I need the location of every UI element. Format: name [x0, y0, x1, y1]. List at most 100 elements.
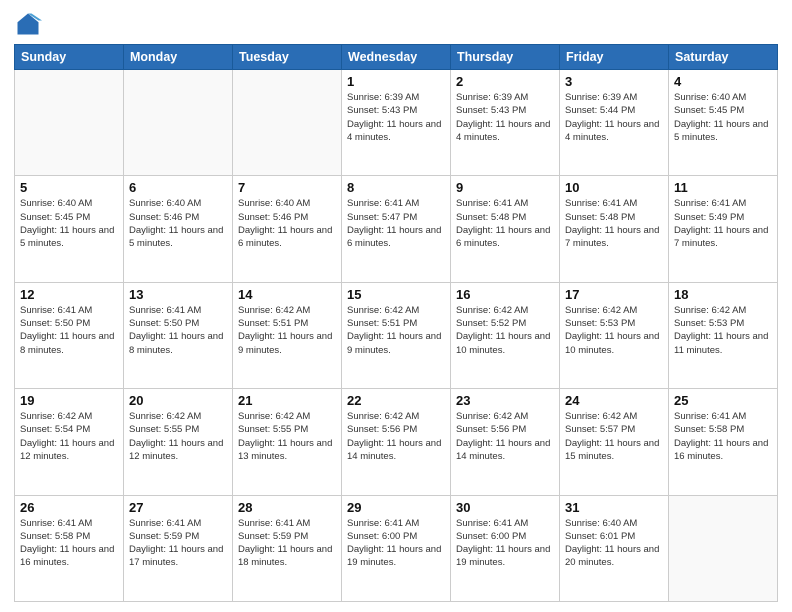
- week-row-1: 1 Sunrise: 6:39 AMSunset: 5:43 PMDaylight…: [15, 70, 778, 176]
- calendar-cell: 1 Sunrise: 6:39 AMSunset: 5:43 PMDaylight…: [342, 70, 451, 176]
- day-info: Sunrise: 6:41 AMSunset: 5:48 PMDaylight:…: [456, 197, 554, 250]
- day-number: 21: [238, 393, 336, 408]
- day-info: Sunrise: 6:42 AMSunset: 5:53 PMDaylight:…: [674, 304, 772, 357]
- calendar-cell: 3 Sunrise: 6:39 AMSunset: 5:44 PMDaylight…: [560, 70, 669, 176]
- calendar-cell: 11Sunrise: 6:41 AMSunset: 5:49 PMDayligh…: [669, 176, 778, 282]
- calendar-cell: 18 Sunrise: 6:42 AMSunset: 5:53 PMDayligh…: [669, 282, 778, 388]
- calendar-cell: 8Sunrise: 6:41 AMSunset: 5:47 PMDaylight…: [342, 176, 451, 282]
- day-info: Sunrise: 6:41 AMSunset: 5:50 PMDaylight:…: [129, 304, 227, 357]
- week-row-3: 12 Sunrise: 6:41 AMSunset: 5:50 PMDayligh…: [15, 282, 778, 388]
- day-info: Sunrise: 6:41 AMSunset: 5:48 PMDaylight:…: [565, 197, 663, 250]
- weekday-header-monday: Monday: [124, 45, 233, 70]
- day-info: Sunrise: 6:39 AMSunset: 5:43 PMDaylight:…: [347, 91, 445, 144]
- calendar-cell: 15 Sunrise: 6:42 AMSunset: 5:51 PMDayligh…: [342, 282, 451, 388]
- day-number: 28: [238, 500, 336, 515]
- calendar-cell: 4 Sunrise: 6:40 AMSunset: 5:45 PMDaylight…: [669, 70, 778, 176]
- calendar-cell: 2Sunrise: 6:39 AMSunset: 5:43 PMDaylight…: [451, 70, 560, 176]
- calendar-cell: 29 Sunrise: 6:41 AMSunset: 6:00 PMDayligh…: [342, 495, 451, 601]
- calendar-cell: 12 Sunrise: 6:41 AMSunset: 5:50 PMDayligh…: [15, 282, 124, 388]
- day-number: 18: [674, 287, 772, 302]
- calendar-cell: 5 Sunrise: 6:40 AMSunset: 5:45 PMDaylight…: [15, 176, 124, 282]
- calendar-cell: [233, 70, 342, 176]
- day-info: Sunrise: 6:40 AMSunset: 5:45 PMDaylight:…: [674, 91, 772, 144]
- day-number: 17: [565, 287, 663, 302]
- calendar-cell: 14 Sunrise: 6:42 AMSunset: 5:51 PMDayligh…: [233, 282, 342, 388]
- day-number: 9: [456, 180, 554, 195]
- weekday-header-wednesday: Wednesday: [342, 45, 451, 70]
- weekday-header-tuesday: Tuesday: [233, 45, 342, 70]
- day-info: Sunrise: 6:42 AMSunset: 5:51 PMDaylight:…: [347, 304, 445, 357]
- day-info: Sunrise: 6:42 AMSunset: 5:56 PMDaylight:…: [347, 410, 445, 463]
- calendar-cell: 28Sunrise: 6:41 AMSunset: 5:59 PMDayligh…: [233, 495, 342, 601]
- calendar-cell: 17 Sunrise: 6:42 AMSunset: 5:53 PMDayligh…: [560, 282, 669, 388]
- week-row-5: 26 Sunrise: 6:41 AMSunset: 5:58 PMDayligh…: [15, 495, 778, 601]
- day-info: Sunrise: 6:41 AMSunset: 5:58 PMDaylight:…: [674, 410, 772, 463]
- day-info: Sunrise: 6:42 AMSunset: 5:54 PMDaylight:…: [20, 410, 118, 463]
- calendar-cell: 26 Sunrise: 6:41 AMSunset: 5:58 PMDayligh…: [15, 495, 124, 601]
- calendar-cell: 31Sunrise: 6:40 AMSunset: 6:01 PMDayligh…: [560, 495, 669, 601]
- day-number: 19: [20, 393, 118, 408]
- day-number: 5: [20, 180, 118, 195]
- logo-icon: [14, 10, 42, 38]
- day-number: 1: [347, 74, 445, 89]
- day-info: Sunrise: 6:42 AMSunset: 5:55 PMDaylight:…: [129, 410, 227, 463]
- day-info: Sunrise: 6:41 AMSunset: 6:00 PMDaylight:…: [456, 517, 554, 570]
- day-number: 14: [238, 287, 336, 302]
- calendar-cell: 6 Sunrise: 6:40 AMSunset: 5:46 PMDaylight…: [124, 176, 233, 282]
- calendar-cell: 13 Sunrise: 6:41 AMSunset: 5:50 PMDayligh…: [124, 282, 233, 388]
- day-number: 2: [456, 74, 554, 89]
- day-info: Sunrise: 6:42 AMSunset: 5:53 PMDaylight:…: [565, 304, 663, 357]
- day-info: Sunrise: 6:41 AMSunset: 5:49 PMDaylight:…: [674, 197, 772, 250]
- day-info: Sunrise: 6:40 AMSunset: 5:45 PMDaylight:…: [20, 197, 118, 250]
- calendar-cell: 7 Sunrise: 6:40 AMSunset: 5:46 PMDaylight…: [233, 176, 342, 282]
- day-number: 25: [674, 393, 772, 408]
- day-info: Sunrise: 6:42 AMSunset: 5:56 PMDaylight:…: [456, 410, 554, 463]
- page: SundayMondayTuesdayWednesdayThursdayFrid…: [0, 0, 792, 612]
- logo: [14, 10, 46, 38]
- day-number: 7: [238, 180, 336, 195]
- calendar-cell: 16 Sunrise: 6:42 AMSunset: 5:52 PMDayligh…: [451, 282, 560, 388]
- day-info: Sunrise: 6:42 AMSunset: 5:55 PMDaylight:…: [238, 410, 336, 463]
- calendar-cell: 24 Sunrise: 6:42 AMSunset: 5:57 PMDayligh…: [560, 389, 669, 495]
- day-number: 15: [347, 287, 445, 302]
- day-number: 24: [565, 393, 663, 408]
- calendar-cell: 25 Sunrise: 6:41 AMSunset: 5:58 PMDayligh…: [669, 389, 778, 495]
- day-number: 10: [565, 180, 663, 195]
- day-number: 3: [565, 74, 663, 89]
- weekday-header-friday: Friday: [560, 45, 669, 70]
- day-info: Sunrise: 6:40 AMSunset: 5:46 PMDaylight:…: [129, 197, 227, 250]
- day-info: Sunrise: 6:41 AMSunset: 6:00 PMDaylight:…: [347, 517, 445, 570]
- calendar-cell: 21 Sunrise: 6:42 AMSunset: 5:55 PMDayligh…: [233, 389, 342, 495]
- day-number: 4: [674, 74, 772, 89]
- day-number: 20: [129, 393, 227, 408]
- calendar-cell: 20 Sunrise: 6:42 AMSunset: 5:55 PMDayligh…: [124, 389, 233, 495]
- day-info: Sunrise: 6:42 AMSunset: 5:57 PMDaylight:…: [565, 410, 663, 463]
- day-number: 29: [347, 500, 445, 515]
- weekday-header-sunday: Sunday: [15, 45, 124, 70]
- day-number: 12: [20, 287, 118, 302]
- calendar-cell: 19 Sunrise: 6:42 AMSunset: 5:54 PMDayligh…: [15, 389, 124, 495]
- calendar-cell: 9 Sunrise: 6:41 AMSunset: 5:48 PMDaylight…: [451, 176, 560, 282]
- day-info: Sunrise: 6:41 AMSunset: 5:58 PMDaylight:…: [20, 517, 118, 570]
- day-info: Sunrise: 6:40 AMSunset: 6:01 PMDaylight:…: [565, 517, 663, 570]
- day-info: Sunrise: 6:39 AMSunset: 5:44 PMDaylight:…: [565, 91, 663, 144]
- day-info: Sunrise: 6:40 AMSunset: 5:46 PMDaylight:…: [238, 197, 336, 250]
- day-number: 6: [129, 180, 227, 195]
- day-number: 26: [20, 500, 118, 515]
- weekday-header-saturday: Saturday: [669, 45, 778, 70]
- week-row-2: 5 Sunrise: 6:40 AMSunset: 5:45 PMDaylight…: [15, 176, 778, 282]
- day-number: 16: [456, 287, 554, 302]
- calendar-cell: [15, 70, 124, 176]
- weekday-header-thursday: Thursday: [451, 45, 560, 70]
- header: [14, 10, 778, 38]
- day-info: Sunrise: 6:41 AMSunset: 5:50 PMDaylight:…: [20, 304, 118, 357]
- calendar-cell: 10 Sunrise: 6:41 AMSunset: 5:48 PMDayligh…: [560, 176, 669, 282]
- day-number: 27: [129, 500, 227, 515]
- day-info: Sunrise: 6:42 AMSunset: 5:52 PMDaylight:…: [456, 304, 554, 357]
- calendar-table: SundayMondayTuesdayWednesdayThursdayFrid…: [14, 44, 778, 602]
- calendar-cell: 27Sunrise: 6:41 AMSunset: 5:59 PMDayligh…: [124, 495, 233, 601]
- day-info: Sunrise: 6:42 AMSunset: 5:51 PMDaylight:…: [238, 304, 336, 357]
- day-number: 13: [129, 287, 227, 302]
- calendar-cell: 22Sunrise: 6:42 AMSunset: 5:56 PMDayligh…: [342, 389, 451, 495]
- day-number: 8: [347, 180, 445, 195]
